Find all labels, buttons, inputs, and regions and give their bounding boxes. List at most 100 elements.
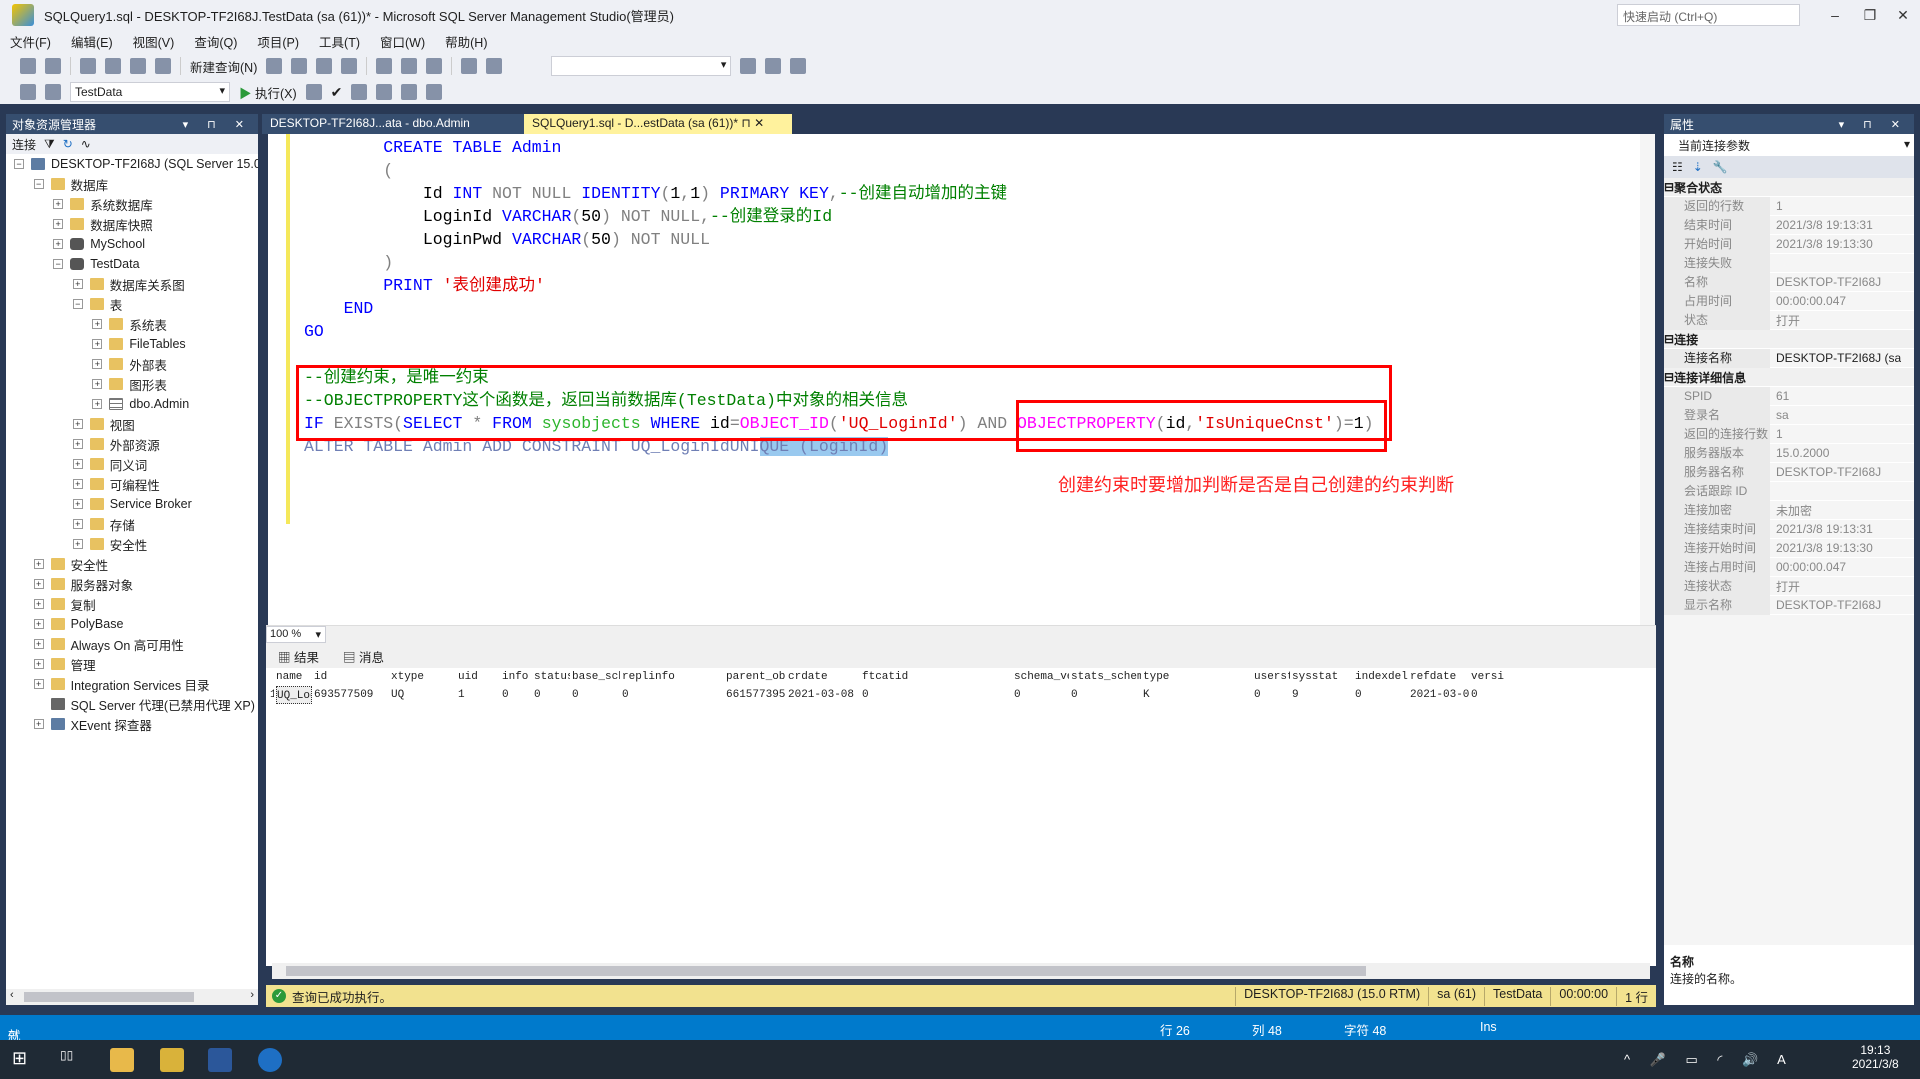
close-tab-icon[interactable]: ✕ [754,116,764,130]
close-button[interactable]: ✕ [1888,4,1918,26]
new-project-icon[interactable] [80,58,96,74]
expand-icon[interactable]: + [33,599,44,609]
column-header[interactable]: schema_ver [1014,668,1069,686]
tree-item[interactable]: + 安全性 [33,554,108,574]
menu-item[interactable]: 工具(T) [319,32,360,51]
property-pages-icon[interactable]: 🔧 [1713,160,1728,174]
property-row[interactable]: 显示名称 DESKTOP-TF2I68J [1664,595,1914,615]
expand-icon[interactable]: + [92,359,103,369]
zoom-select[interactable]: 100 % [266,626,326,643]
refresh-icon[interactable]: ↻ [63,137,73,151]
solution-explorer-icon[interactable] [740,58,757,74]
tab-document[interactable]: SQLQuery1.sql - D...estData (sa (61))* ⊓… [524,114,792,134]
tree-item[interactable]: − 数据库 [33,174,108,194]
property-row[interactable]: 结束时间 2021/3/8 19:13:31 [1664,215,1914,235]
tree-item[interactable]: + 图形表 [92,374,167,394]
forward-icon[interactable] [45,58,61,74]
expand-icon[interactable]: + [33,679,44,689]
expand-icon[interactable]: + [92,319,103,329]
column-header[interactable]: uid [458,668,500,686]
menu-item[interactable]: 视图(V) [133,32,175,51]
tree-item[interactable]: + 系统数据库 [53,194,153,214]
search-combo[interactable] [551,56,732,76]
property-row[interactable]: 名称 DESKTOP-TF2I68J [1664,272,1914,292]
tree-item[interactable]: + dbo.Admin [92,394,189,414]
property-row[interactable]: 返回的行数 1 [1664,196,1914,216]
column-header[interactable]: id [314,668,389,686]
grid-cell[interactable]: 9 [1292,686,1353,704]
menu-item[interactable]: 窗口(W) [380,32,425,51]
grid-cell[interactable]: 0 [1014,686,1069,704]
results-horizontal-scrollbar[interactable] [272,963,1650,979]
windows-start-icon[interactable]: ⊞ [12,1048,36,1072]
toolbox-icon[interactable] [790,58,807,74]
execute-button[interactable]: ▶ 执行(X) [239,83,297,102]
menu-item[interactable]: 编辑(E) [71,32,113,51]
open-file-icon[interactable] [105,58,121,74]
tree-item[interactable]: + 可编程性 [72,474,160,494]
grid-cell[interactable]: 661577395 [726,686,786,704]
column-header[interactable]: status [534,668,570,686]
save-all-icon[interactable] [155,58,171,74]
column-header[interactable]: sysstat [1292,668,1353,686]
tab-document[interactable]: DESKTOP-TF2I68J...ata - dbo.Admin [262,114,524,134]
properties-wrench-icon[interactable] [765,58,782,74]
horizontal-scrollbar[interactable]: ‹ › [6,989,258,1005]
copy-icon[interactable] [401,58,418,74]
column-header[interactable]: versi [1471,668,1621,686]
editor-vertical-scrollbar[interactable] [1640,134,1655,625]
comment-icon[interactable] [401,84,418,100]
undo-icon[interactable] [461,58,478,74]
expand-icon[interactable]: + [53,239,64,249]
grid-cell[interactable]: 693577509 [314,686,389,704]
expand-icon[interactable]: + [72,539,83,549]
tree-item[interactable]: + PolyBase [33,614,123,634]
expand-icon[interactable]: + [53,219,64,229]
column-header[interactable]: refdate [1410,668,1469,686]
property-category[interactable]: ⊟ 聚合状态 [1664,178,1914,197]
grid-cell[interactable]: 0 [572,686,620,704]
properties-object-select[interactable]: 当前连接参数 ▾ [1664,134,1914,156]
property-row[interactable]: 连接结束时间 2021/3/8 19:13:31 [1664,519,1914,539]
collapse-icon[interactable]: ⊟ [1664,332,1674,346]
tree-item[interactable]: + 数据库关系图 [72,274,185,294]
column-header[interactable]: replinfo [622,668,724,686]
dax-query-icon[interactable] [341,58,358,74]
property-row[interactable]: 开始时间 2021/3/8 19:13:30 [1664,234,1914,254]
expand-icon[interactable]: + [72,279,83,289]
grid-cell[interactable]: 1 [270,686,274,704]
ssms-taskbar-icon[interactable] [160,1048,184,1072]
collapse-icon[interactable]: − [33,179,44,189]
expand-icon[interactable]: + [92,399,103,409]
expand-icon[interactable]: + [33,579,44,589]
grid-cell[interactable]: 0 [1071,686,1141,704]
property-row[interactable]: 占用时间 00:00:00.047 [1664,291,1914,311]
tree-item[interactable]: + 系统表 [92,314,167,334]
tree-item[interactable]: + 服务器对象 [33,574,133,594]
pin-icon[interactable]: ⊓ [738,116,754,130]
property-category[interactable]: ⊟ 连接 [1664,330,1914,349]
collapse-icon[interactable]: ⊟ [1664,370,1674,384]
tree-item[interactable]: + XEvent 探查器 [33,714,152,734]
column-header[interactable]: ftcatid [862,668,1012,686]
tree-item[interactable]: SQL Server 代理(已禁用代理 XP) [34,694,255,714]
mdx-query-icon[interactable] [266,58,283,74]
cut-icon[interactable] [376,58,393,74]
minimize-button[interactable]: – [1820,4,1850,26]
property-row[interactable]: 返回的连接行数 1 [1664,424,1914,444]
expand-icon[interactable]: + [33,559,44,569]
dmx-query-icon[interactable] [291,58,308,74]
tree-item[interactable]: − 表 [72,294,122,314]
collapse-icon[interactable]: ⊟ [1664,180,1674,194]
property-row[interactable]: 连接占用时间 00:00:00.047 [1664,557,1914,577]
expand-icon[interactable]: + [33,659,44,669]
categorized-icon[interactable]: ☷ [1672,160,1683,174]
grid-cell[interactable]: 0 [1254,686,1290,704]
xmla-query-icon[interactable] [316,58,333,74]
menu-item[interactable]: 查询(Q) [194,32,237,51]
display-plan-icon[interactable] [351,84,368,100]
property-row[interactable]: 连接名称 DESKTOP-TF2I68J (sa [1664,348,1914,368]
filter-icon[interactable]: ⧩ [44,137,55,152]
word-icon[interactable] [208,1048,232,1072]
column-header[interactable]: name [276,668,312,686]
